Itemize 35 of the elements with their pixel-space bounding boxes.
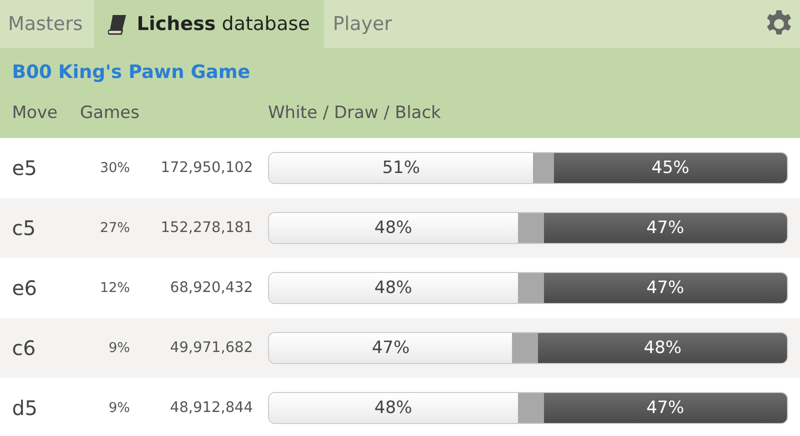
first-side-share: 51% xyxy=(269,153,534,183)
move-cell[interactable]: c6 xyxy=(12,336,68,360)
column-header: Move xyxy=(12,103,59,123)
draw-share xyxy=(518,273,544,303)
games-cell-text: 68,920,432 xyxy=(168,280,253,296)
move-cell[interactable]: e6 xyxy=(12,276,68,300)
first-side-share: 47% xyxy=(269,333,512,363)
first-side-share: 48% xyxy=(269,393,518,423)
games-cell-text: 152,278,181 xyxy=(160,220,253,236)
second-side-share: 48% xyxy=(538,333,787,363)
games-cell-text: 49,971,682 xyxy=(168,340,253,356)
second-side-share: 47% xyxy=(544,273,787,303)
draw-share xyxy=(533,153,554,183)
move-cell[interactable]: d5 xyxy=(12,396,68,420)
first-side-share: 48% xyxy=(269,213,518,243)
draw-share xyxy=(512,333,538,363)
tab[interactable]: Lichess database xyxy=(94,0,324,48)
first-side-share: 48% xyxy=(269,273,518,303)
share-cell-text: 9% xyxy=(108,400,130,416)
column-header: Games xyxy=(80,103,140,123)
draw-share xyxy=(518,213,544,243)
share-cell-text: 27% xyxy=(98,220,130,236)
share-cell-text: 9% xyxy=(108,340,130,356)
book-icon xyxy=(108,14,127,34)
draw-share xyxy=(518,393,544,423)
move-cell[interactable]: e5 xyxy=(12,156,68,180)
share-cell-text: 30% xyxy=(98,160,130,176)
second-side-share: 47% xyxy=(544,213,787,243)
move-cell[interactable]: c5 xyxy=(12,216,68,240)
second-side-share: 45% xyxy=(554,153,787,183)
games-cell-text: 172,950,102 xyxy=(160,160,253,176)
second-side-share: 47% xyxy=(544,393,787,423)
games-cell-text: 48,912,844 xyxy=(168,400,253,416)
share-cell-text: 12% xyxy=(98,280,130,296)
column-header: White / Draw / Black xyxy=(268,103,441,123)
